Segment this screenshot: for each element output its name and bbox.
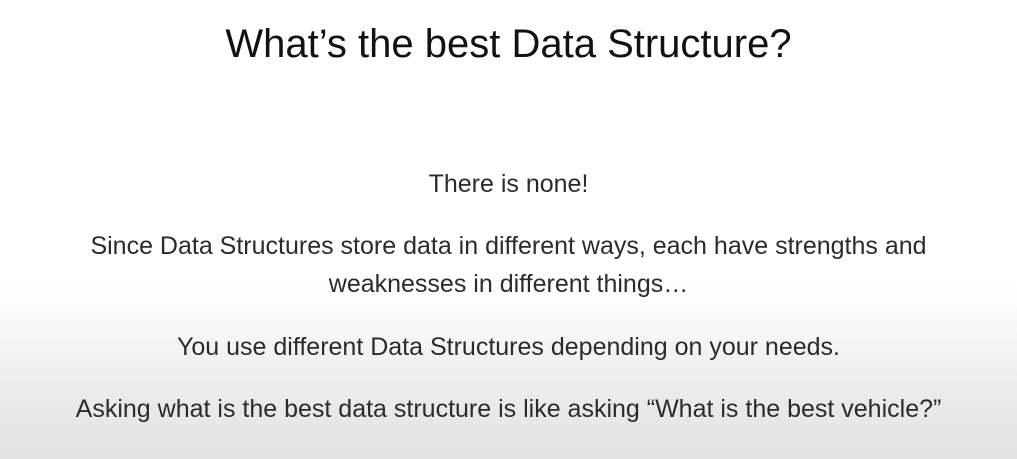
paragraph-there-is-none: There is none!	[428, 170, 589, 198]
slide: What’s the best Data Structure? There is…	[0, 0, 1017, 459]
paragraph-strengths-line-1: Since Data Structures store data in diff…	[90, 232, 927, 260]
paragraph-depending-on-needs: You use different Data Structures depend…	[177, 333, 840, 361]
paragraph-strengths-weaknesses: Since Data Structures store data in diff…	[0, 227, 1017, 303]
paragraph-best-vehicle: Asking what is the best data structure i…	[75, 395, 942, 423]
slide-title: What’s the best Data Structure?	[225, 22, 792, 66]
paragraph-strengths-line-2: weaknesses in different things…	[328, 270, 689, 298]
